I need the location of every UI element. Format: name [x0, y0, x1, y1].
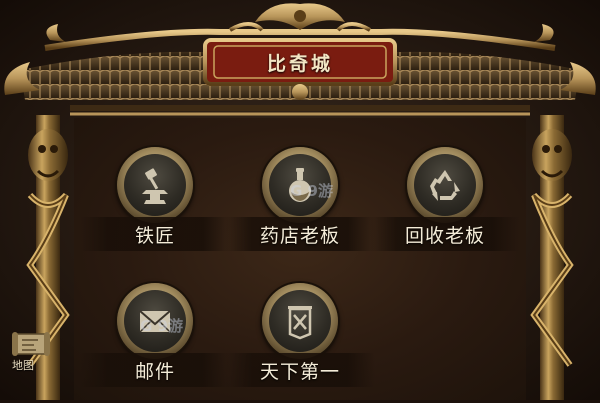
page-title: 比奇城	[266, 52, 333, 75]
npc-label-bar: 天下第一	[225, 353, 375, 387]
npc-icon-ring	[117, 147, 193, 223]
right-pillar	[530, 115, 574, 400]
map-button-label: 地图	[12, 359, 34, 372]
npc-button-recycle[interactable]: 回收老板	[370, 147, 520, 267]
npc-menu-screen: 比奇城 铁匠 药店老板 回收老板 邮件 天下第一 地图 G 9游 G 9游	[0, 0, 600, 400]
potion-flask-icon	[289, 168, 311, 202]
npc-label-ranking: 天下第一	[259, 360, 340, 383]
npc-icon-ring	[117, 283, 193, 359]
banner-flag-icon	[288, 306, 312, 340]
npc-label-blacksmith: 铁匠	[134, 224, 175, 247]
npc-icon-ring	[262, 283, 338, 359]
npc-icon-ring	[407, 147, 483, 223]
map-scroll-icon	[12, 332, 50, 356]
recycle-icon	[430, 170, 460, 201]
npc-label-pharmacy: 药店老板	[259, 224, 340, 247]
npc-label-recycle: 回收老板	[404, 224, 485, 247]
npc-label-bar: 回收老板	[370, 217, 520, 251]
npc-button-blacksmith[interactable]: 铁匠	[80, 147, 230, 267]
npc-label-bar: 药店老板	[225, 217, 375, 251]
envelope-icon	[139, 310, 171, 333]
npc-label-bar: 铁匠	[80, 217, 230, 251]
npc-icon-ring	[262, 147, 338, 223]
anvil-hammer-icon	[142, 168, 168, 204]
npc-button-mail[interactable]: 邮件	[80, 283, 230, 403]
title-plaque: 比奇城	[200, 38, 400, 86]
npc-button-ranking[interactable]: 天下第一	[225, 283, 375, 403]
map-button[interactable]: 地图	[8, 330, 54, 380]
npc-button-pharmacy[interactable]: 药店老板	[225, 147, 375, 267]
npc-label-mail: 邮件	[134, 360, 175, 383]
npc-label-bar: 邮件	[80, 353, 230, 387]
